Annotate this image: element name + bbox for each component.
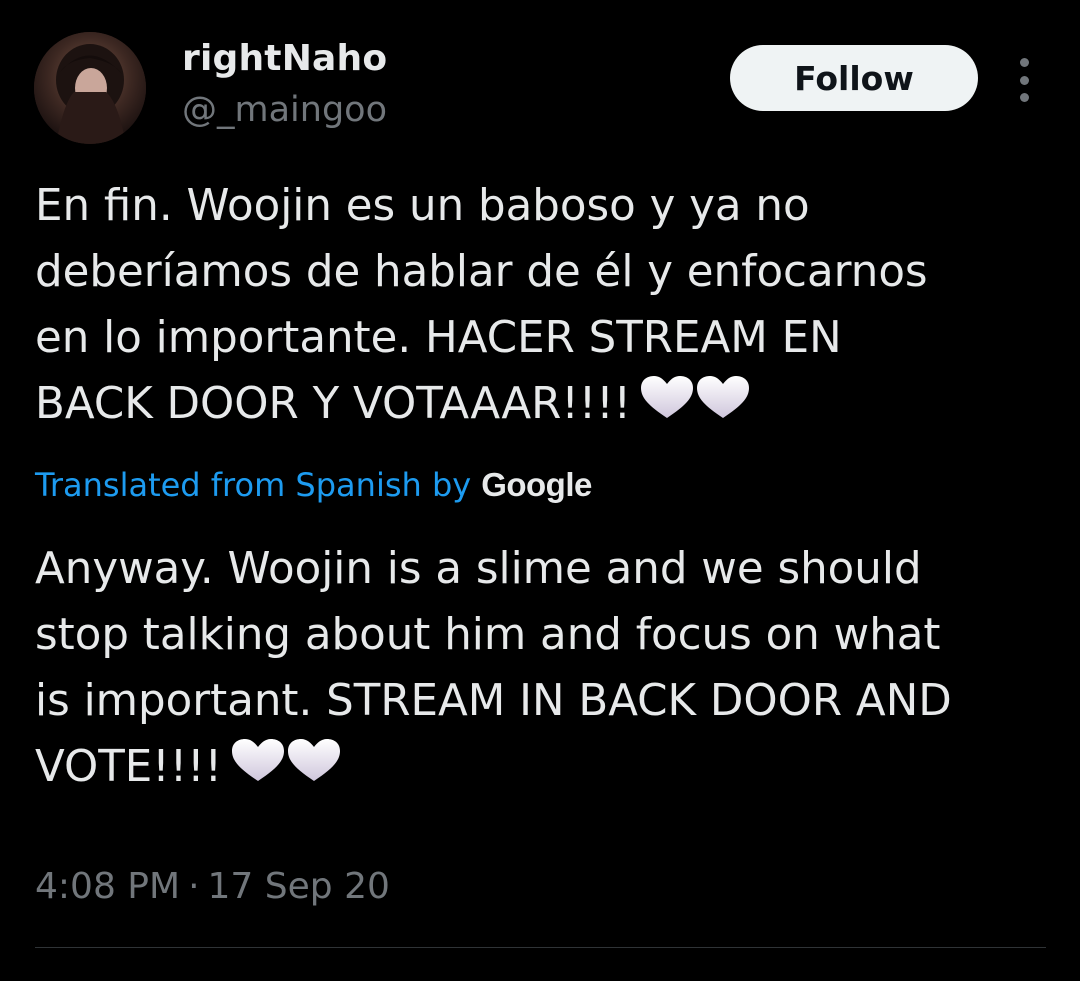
white-heart-icon (641, 376, 750, 418)
tweet-text-line: En fin. Woojin es un baboso y ya no (35, 181, 810, 231)
google-logo-text: Google (481, 466, 592, 503)
translation-attribution: Translated from Spanish by Google (35, 466, 592, 504)
more-dot (1019, 58, 1029, 67)
white-heart-icon (232, 739, 341, 781)
avatar[interactable] (34, 32, 146, 144)
translated-text-line-content: VOTE!!!! (35, 742, 223, 792)
tweet-time: 4:08 PM (35, 866, 181, 907)
more-dot (1019, 93, 1029, 102)
tweet-text-line: en lo importante. HACER STREAM EN (35, 313, 842, 363)
translated-text-line: Anyway. Woojin is a slime and we should (35, 544, 922, 594)
more-dot (1019, 75, 1029, 85)
tweet-translated-text: Anyway. Woojin is a slime and we should … (35, 536, 1045, 804)
white-hearts-emoji (230, 737, 342, 804)
tweet-date: 17 Sep 20 (207, 866, 390, 907)
meta-separator: · (188, 866, 200, 907)
avatar-photo (34, 32, 146, 144)
more-options-icon[interactable] (1009, 58, 1039, 102)
tweet-text-line-last: BACK DOOR Y VOTAAAR!!!! (35, 371, 1045, 441)
translated-text-line-last: VOTE!!!! (35, 734, 1045, 804)
user-handle[interactable]: @_maingoo (182, 90, 387, 130)
tweet-original-text: En fin. Woojin es un baboso y ya no debe… (35, 173, 1045, 441)
translated-text-line: is important. STREAM IN BACK DOOR AND (35, 676, 952, 726)
translated-from-link[interactable]: Translated from Spanish by (35, 466, 471, 504)
tweet-timestamp[interactable]: 4:08 PM · 17 Sep 20 (35, 866, 390, 907)
tweet-text-line: deberíamos de hablar de él y enfocarnos (35, 247, 928, 297)
tweet-text-line-content: BACK DOOR Y VOTAAAR!!!! (35, 379, 632, 429)
white-hearts-emoji (639, 374, 751, 441)
divider (35, 947, 1046, 948)
follow-button[interactable]: Follow (730, 45, 978, 111)
display-name[interactable]: rightNaho (182, 38, 387, 79)
translated-text-line: stop talking about him and focus on what (35, 610, 941, 660)
